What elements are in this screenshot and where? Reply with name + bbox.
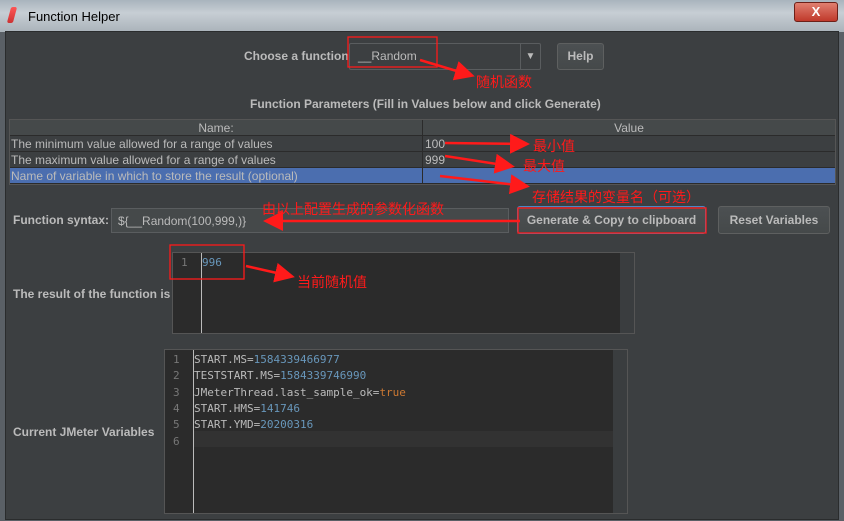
table-row[interactable]: Name of variable in which to store the r… [10,168,835,184]
variable-line: START.HMS=141746 [194,402,300,415]
variable-key: START.HMS= [194,401,261,415]
choose-function-label: Choose a function [244,49,349,63]
variable-line: START.YMD=20200316 [194,418,313,431]
help-button[interactable]: Help [557,43,604,70]
result-editor[interactable]: 1 996 [172,252,635,334]
variable-line: TESTSTART.MS=1584339746990 [194,369,366,382]
window-title: Function Helper [28,9,120,24]
line-number: 6 [173,434,180,448]
param-name: The minimum value allowed for a range of… [11,137,273,151]
reset-variables-button[interactable]: Reset Variables [718,206,830,234]
variable-value: 141746 [260,401,300,415]
line-number: 3 [173,385,180,399]
line-number: 5 [173,418,180,432]
chevron-down-icon[interactable]: ▼ [520,44,540,69]
params-table: Name: Value The minimum value allowed fo… [9,119,836,185]
function-syntax-label: Function syntax: [13,213,110,227]
result-value: 996 [202,256,222,269]
scrollbar[interactable] [613,350,627,513]
close-button[interactable]: X [794,2,838,22]
line-number: 4 [173,401,180,415]
variable-value: true [379,385,406,399]
column-name: Name: [198,121,234,135]
param-name: Name of variable in which to store the r… [11,169,298,183]
scrollbar[interactable] [620,253,634,333]
annotation-syntax: 由以上配置生成的参数化函数 [262,201,444,217]
variable-line: START.MS=1584339466977 [194,353,340,366]
line-number: 1 [173,353,180,366]
variable-line: JMeterThread.last_sample_ok=true [194,386,406,399]
annotation-min: 最小值 [533,138,575,154]
annotation-max: 最大值 [523,158,565,174]
variable-value: 20200316 [260,418,314,432]
variables-editor[interactable]: 1 2 3 4 5 6 START.MS=1584339466977 TESTSTART.M… [164,349,628,514]
feather-icon [6,7,18,23]
variable-value: 1584339746990 [280,369,367,383]
line-number: 2 [173,369,180,383]
variable-key: START.MS= [194,353,254,366]
selected-function: __Random [358,49,417,63]
table-row[interactable]: The maximum value allowed for a range of… [10,152,835,168]
annotation-current-value: 当前随机值 [297,274,367,290]
variable-key: TESTSTART.MS= [194,369,281,383]
generate-copy-button[interactable]: Generate & Copy to clipboard [517,206,706,234]
annotation-varname: 存储结果的变量名（可选） [532,189,700,205]
annotation-random-function: 随机函数 [476,74,532,90]
table-header: Name: Value [10,120,835,136]
variable-key: JMeterThread.last_sample_ok= [194,385,380,399]
result-label: The result of the function is [13,287,171,301]
variables-label: Current JMeter Variables [13,425,155,439]
column-value: Value [614,121,644,135]
title-bar: Function Helper X [0,0,844,32]
variable-value: 1584339466977 [253,353,340,366]
params-heading: Function Parameters (Fill in Values belo… [250,97,601,111]
table-row[interactable]: The minimum value allowed for a range of… [10,136,835,152]
variable-key: START.YMD= [194,418,261,432]
function-select[interactable]: __Random ▼ [349,43,541,70]
param-name: The maximum value allowed for a range of… [11,153,276,167]
param-value[interactable]: 999 [425,153,445,167]
param-value[interactable]: 100 [425,137,445,151]
